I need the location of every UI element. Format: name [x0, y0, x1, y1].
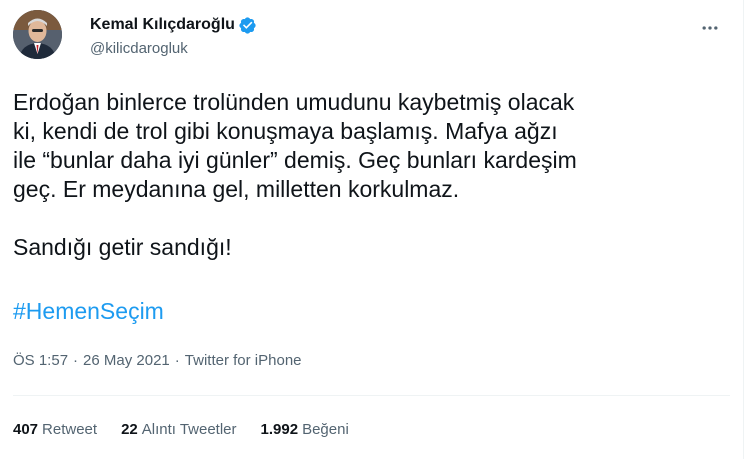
more-options-button[interactable] [695, 16, 725, 40]
tweet-stats: 407 Retweet 22 Alıntı Tweetler 1.992 Beğ… [13, 421, 373, 438]
quotes-stat[interactable]: 22 Alıntı Tweetler [121, 421, 236, 438]
author-block[interactable]: Kemal Kılıçdaroğlu @kilicdarogluk [90, 14, 257, 57]
tweet-time[interactable]: ÖS 1:57 [13, 352, 68, 369]
verified-badge-icon [239, 16, 256, 34]
avatar-image [13, 10, 62, 59]
tweet-header: Kemal Kılıçdaroğlu @kilicdarogluk [13, 10, 727, 66]
retweets-count: 407 [13, 421, 39, 438]
retweets-label: Retweet [42, 421, 98, 438]
divider [13, 395, 730, 396]
retweets-stat[interactable]: 407 Retweet [13, 421, 97, 438]
avatar[interactable] [13, 10, 62, 59]
meta-separator: · [73, 352, 79, 369]
hashtag-link[interactable]: #HemenSeçim [13, 297, 164, 326]
tweet-meta: ÖS 1:57 · 26 May 2021 · Twitter for iPho… [13, 352, 302, 369]
quotes-label: Alıntı Tweetler [141, 421, 237, 438]
likes-count: 1.992 [260, 421, 299, 438]
tweet-text: Erdoğan binlerce trolünden umudunu kaybe… [13, 89, 577, 260]
handle[interactable]: @kilicdarogluk [90, 40, 257, 57]
tweet-source[interactable]: Twitter for iPhone [185, 352, 302, 369]
quotes-count: 22 [121, 421, 138, 438]
meta-separator: · [174, 352, 180, 369]
tweet-date[interactable]: 26 May 2021 [83, 352, 170, 369]
tweet-card: Kemal Kılıçdaroğlu @kilicdarogluk Erdoğa… [0, 0, 744, 459]
more-horizontal-icon [702, 26, 718, 30]
display-name[interactable]: Kemal Kılıçdaroğlu [90, 16, 235, 34]
likes-stat[interactable]: 1.992 Beğeni [261, 421, 349, 438]
likes-label: Beğeni [302, 421, 349, 438]
